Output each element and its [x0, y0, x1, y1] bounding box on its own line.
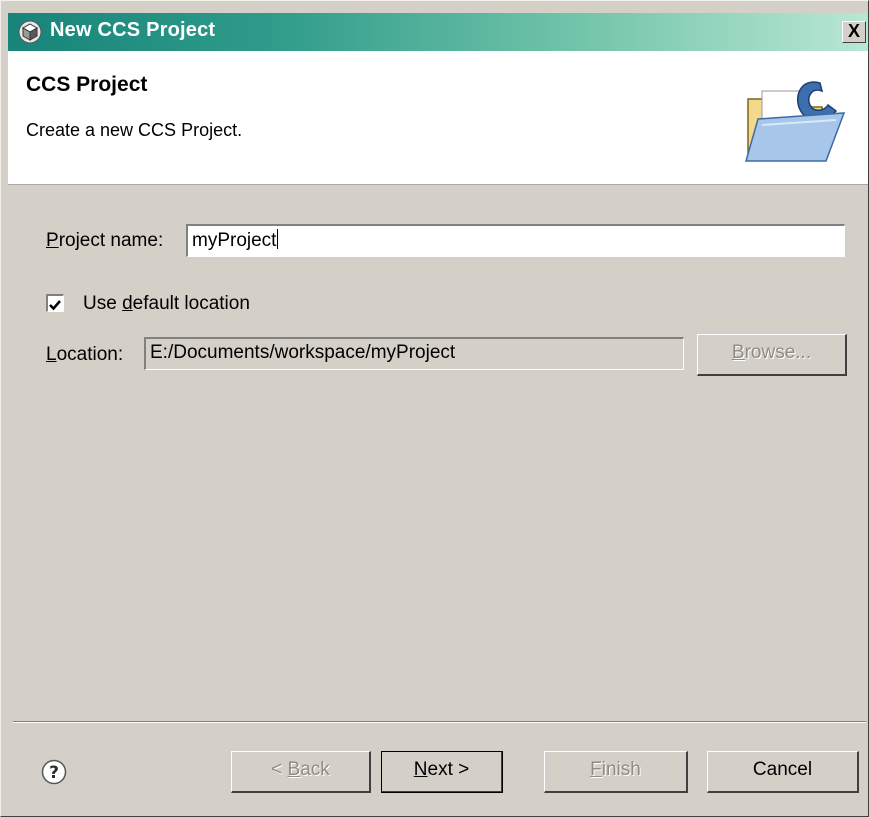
use-default-location-checkbox[interactable] [46, 294, 64, 312]
title-bar[interactable]: New CCS Project X [8, 13, 868, 51]
next-button[interactable]: Next > [381, 751, 503, 793]
help-icon[interactable]: ? [41, 759, 67, 785]
close-button[interactable]: X [842, 21, 866, 43]
location-label: Location: [46, 344, 124, 365]
browse-button[interactable]: Browse... [697, 334, 847, 376]
folder-c-icon [745, 81, 846, 162]
page-title: CCS Project [26, 73, 148, 96]
dialog-window: New CCS Project X CCS Project Create a n… [0, 0, 869, 817]
back-button[interactable]: < Back [231, 751, 371, 793]
text-caret [277, 229, 279, 249]
footer-divider [13, 721, 866, 723]
checkmark-icon [49, 300, 61, 311]
page-description: Create a new CCS Project. [26, 120, 243, 140]
project-name-input[interactable]: myProject [186, 224, 845, 257]
wizard-banner: CCS Project Create a new CCS Project. [8, 51, 868, 185]
cancel-button[interactable]: Cancel [707, 751, 859, 793]
project-name-label: Project name: [46, 230, 164, 251]
use-default-location-label[interactable]: Use default location [83, 293, 250, 315]
window-title: New CCS Project [50, 19, 216, 41]
location-input[interactable]: E:/Documents/workspace/myProject [144, 337, 684, 370]
svg-text:?: ? [49, 763, 59, 783]
finish-button[interactable]: Finish [544, 751, 688, 793]
cube-icon [18, 20, 42, 44]
